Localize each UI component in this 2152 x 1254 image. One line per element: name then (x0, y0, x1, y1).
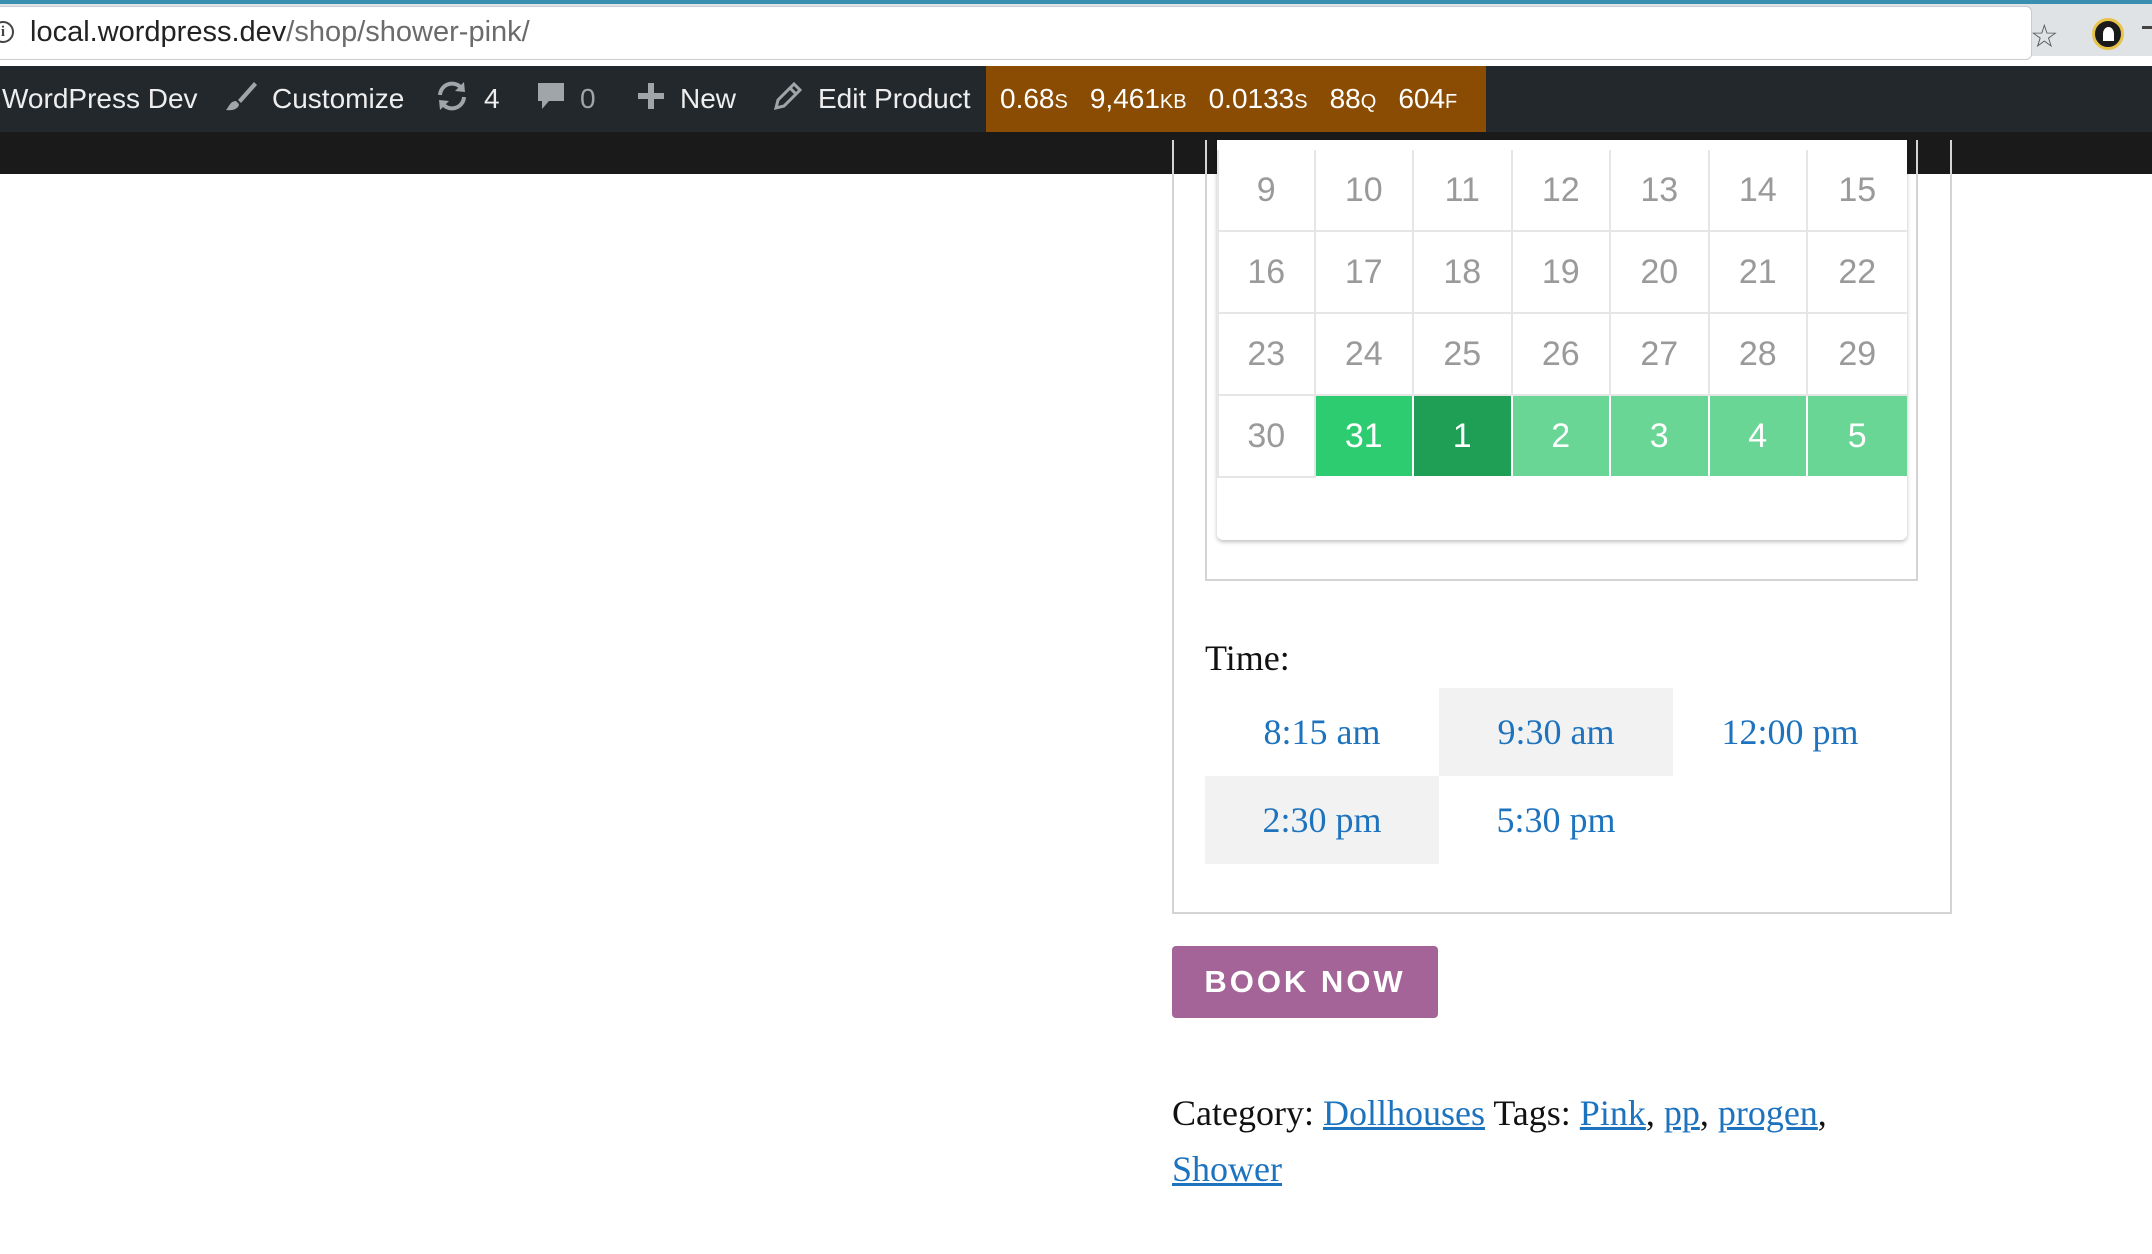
tag-link[interactable]: Shower (1172, 1149, 1282, 1189)
category-link[interactable]: Dollhouses (1323, 1093, 1485, 1133)
calendar-day[interactable]: 29 (1808, 314, 1907, 396)
comments-count: 0 (580, 83, 596, 114)
calendar-day[interactable]: 10 (1315, 150, 1414, 232)
calendar-day[interactable]: 30 (1217, 396, 1316, 478)
refresh-icon (434, 79, 470, 120)
qm-db-time: 0.0133S (1208, 83, 1308, 114)
calendar-grid: 9 10 11 12 13 14 15 16 17 18 19 20 21 22… (1217, 150, 1907, 478)
calendar-day[interactable]: 21 (1709, 232, 1808, 314)
calendar-day[interactable]: 24 (1315, 314, 1414, 396)
category-label: Category: (1172, 1093, 1314, 1133)
qm-files: 604F (1398, 83, 1458, 114)
edit-product-label: Edit Product (818, 83, 971, 114)
time-label: Time: (1205, 638, 1290, 678)
calendar-week: 30 31 1 2 3 4 5 (1217, 396, 1907, 478)
calendar-day[interactable]: 25 (1414, 314, 1513, 396)
calendar-day[interactable]: 20 (1611, 232, 1710, 314)
address-bar[interactable]: i local.wordpress.dev/shop/shower-pink/ … (0, 6, 2059, 60)
customize-link[interactable]: Customize (224, 66, 404, 132)
new-label: New (680, 83, 737, 114)
calendar-day-in-range[interactable]: 5 (1808, 396, 1907, 478)
calendar-day[interactable]: 22 (1808, 232, 1907, 314)
tag-link[interactable]: Pink (1580, 1093, 1646, 1133)
calendar-day[interactable]: 13 (1611, 150, 1710, 232)
updates-link[interactable]: 4 (434, 66, 500, 132)
tag-link[interactable]: progen (1718, 1093, 1818, 1133)
calendar-day[interactable]: 27 (1611, 314, 1710, 396)
calendar-day[interactable]: 16 (1217, 232, 1316, 314)
calendar-day-in-range[interactable]: 3 (1611, 396, 1710, 478)
edit-product-link[interactable]: Edit Product (772, 66, 971, 132)
paintbrush-icon (224, 79, 258, 120)
info-icon[interactable]: i (0, 21, 14, 43)
site-name-link[interactable]: WordPress Dev (2, 66, 198, 132)
calendar-day[interactable]: 23 (1217, 314, 1316, 396)
calendar-week: 16 17 18 19 20 21 22 (1217, 232, 1907, 314)
site-name-label: WordPress Dev (2, 83, 198, 114)
calendar-day[interactable]: 26 (1512, 314, 1611, 396)
tag-link[interactable]: pp (1664, 1093, 1700, 1133)
comment-bubble-icon (536, 80, 566, 119)
calendar-day[interactable]: 15 (1808, 150, 1907, 232)
wp-admin-bar: WordPress Dev Customize 4 0 New Edit Pro… (0, 66, 2152, 132)
new-content-link[interactable]: New (636, 66, 736, 132)
comments-link[interactable]: 0 (536, 66, 596, 132)
plus-icon (636, 81, 666, 118)
tags-label: Tags: (1493, 1093, 1571, 1133)
time-slot[interactable]: 9:30 am (1439, 688, 1673, 776)
calendar-day[interactable]: 12 (1512, 150, 1611, 232)
qm-page-time: 0.68S (1000, 83, 1068, 114)
url-path: /shop/shower-pink/ (286, 16, 530, 48)
book-now-button[interactable]: BOOK NOW (1172, 946, 1438, 1018)
menu-icon[interactable] (2142, 26, 2152, 29)
calendar-day-selected-start[interactable]: 31 (1315, 396, 1414, 478)
calendar-day[interactable]: 17 (1315, 232, 1414, 314)
pencil-icon (772, 80, 804, 119)
time-slot[interactable]: 5:30 pm (1439, 776, 1673, 864)
time-slot[interactable]: 8:15 am (1205, 688, 1439, 776)
customize-label: Customize (272, 83, 405, 114)
calendar-day[interactable]: 19 (1512, 232, 1611, 314)
calendar-day[interactable]: 11 (1414, 150, 1513, 232)
calendar-day[interactable]: 9 (1217, 150, 1316, 232)
calendar-week: 23 24 25 26 27 28 29 (1217, 314, 1907, 396)
time-slot[interactable]: 2:30 pm (1205, 776, 1439, 864)
qm-queries: 88Q (1329, 83, 1377, 114)
extension-icon[interactable] (2092, 18, 2124, 50)
product-meta: Category: Dollhouses Tags: Pink, pp, pro… (1172, 1093, 1827, 1189)
calendar-day-selected[interactable]: 1 (1414, 396, 1513, 478)
calendar-day[interactable]: 28 (1709, 314, 1808, 396)
calendar-day-in-range[interactable]: 2 (1512, 396, 1611, 478)
calendar-day-in-range[interactable]: 4 (1709, 396, 1808, 478)
qm-memory: 9,461KB (1089, 83, 1187, 114)
calendar-day[interactable]: 14 (1709, 150, 1808, 232)
time-slot[interactable]: 12:00 pm (1673, 688, 1907, 776)
bookmark-star-icon[interactable]: ☆ (2030, 17, 2059, 55)
calendar-week: 9 10 11 12 13 14 15 (1217, 150, 1907, 232)
query-monitor-stats[interactable]: 0.68S 9,461KB 0.0133S 88Q 604F (986, 66, 1486, 132)
url-text[interactable]: local.wordpress.dev/shop/shower-pink/ (30, 16, 530, 49)
calendar-day[interactable]: 18 (1414, 232, 1513, 314)
url-host: local.wordpress.dev (30, 16, 287, 48)
browser-toolbar: i local.wordpress.dev/shop/shower-pink/ … (0, 4, 2152, 60)
updates-count: 4 (484, 83, 500, 114)
